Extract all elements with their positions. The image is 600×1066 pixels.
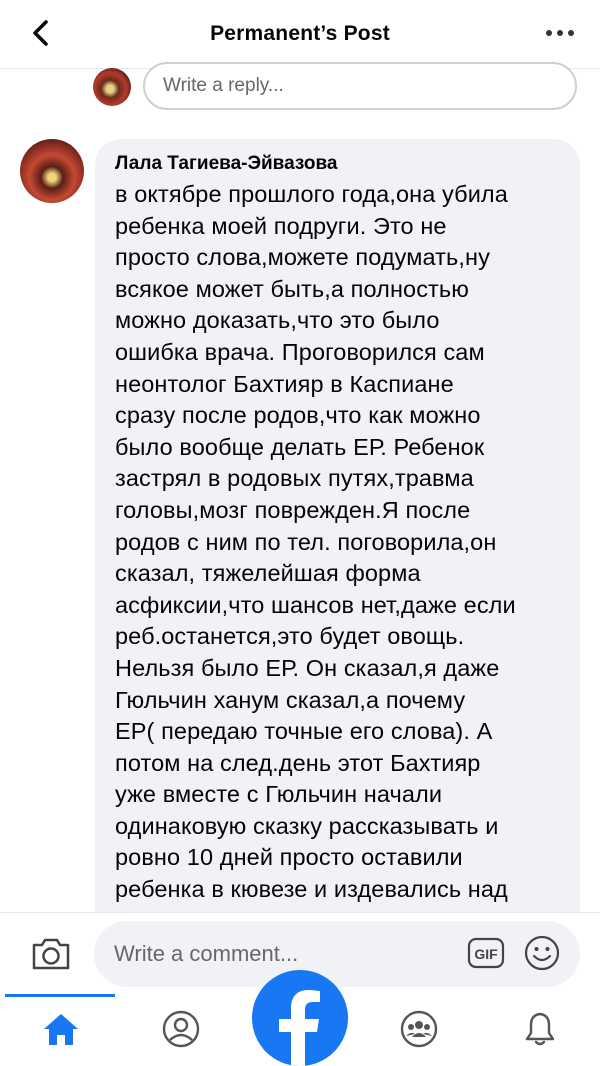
comment-bubble: Лала Тагиева-Эйвазова в октябре прошлого…	[95, 139, 580, 929]
comment-placeholder: Write a comment...	[114, 941, 299, 966]
avatar[interactable]	[93, 68, 131, 106]
bell-icon	[525, 1012, 555, 1046]
comment-input[interactable]: Write a comment...	[94, 921, 580, 987]
smiley-icon	[524, 935, 560, 971]
tab-profile[interactable]	[160, 1008, 202, 1050]
more-dot-icon	[546, 30, 552, 36]
profile-icon	[162, 1010, 200, 1048]
more-dot-icon	[557, 30, 563, 36]
tab-notifications[interactable]	[519, 1008, 561, 1050]
comment-author-name[interactable]: Лала Тагиева-Эйвазова	[115, 153, 564, 175]
gif-icon: GIF	[467, 937, 505, 969]
top-nav-bar: Permanent’s Post	[0, 0, 600, 69]
comment-text: в октябре прошлого года,она убила ребенк…	[115, 181, 516, 903]
tab-home[interactable]	[40, 1008, 82, 1050]
more-options-button[interactable]	[546, 26, 578, 40]
more-dot-icon	[568, 30, 574, 36]
back-button[interactable]	[26, 18, 56, 48]
reply-input[interactable]: Write a reply...	[143, 62, 577, 110]
reply-placeholder: Write a reply...	[163, 75, 284, 96]
gif-label: GIF	[474, 946, 498, 962]
camera-button[interactable]	[30, 935, 72, 973]
groups-icon	[400, 1010, 438, 1048]
facebook-logo	[252, 970, 348, 1066]
comment-author-avatar[interactable]	[20, 139, 84, 203]
camera-icon	[32, 938, 70, 970]
reply-row: Write a reply...	[0, 62, 600, 118]
tab-groups[interactable]	[398, 1008, 440, 1050]
gif-button[interactable]: GIF	[467, 937, 505, 969]
home-icon	[44, 1014, 78, 1045]
active-tab-indicator	[5, 994, 115, 997]
back-chevron-icon	[33, 20, 48, 46]
facebook-f-icon	[279, 990, 320, 1066]
emoji-button[interactable]	[523, 934, 561, 972]
page-title: Permanent’s Post	[210, 22, 390, 45]
